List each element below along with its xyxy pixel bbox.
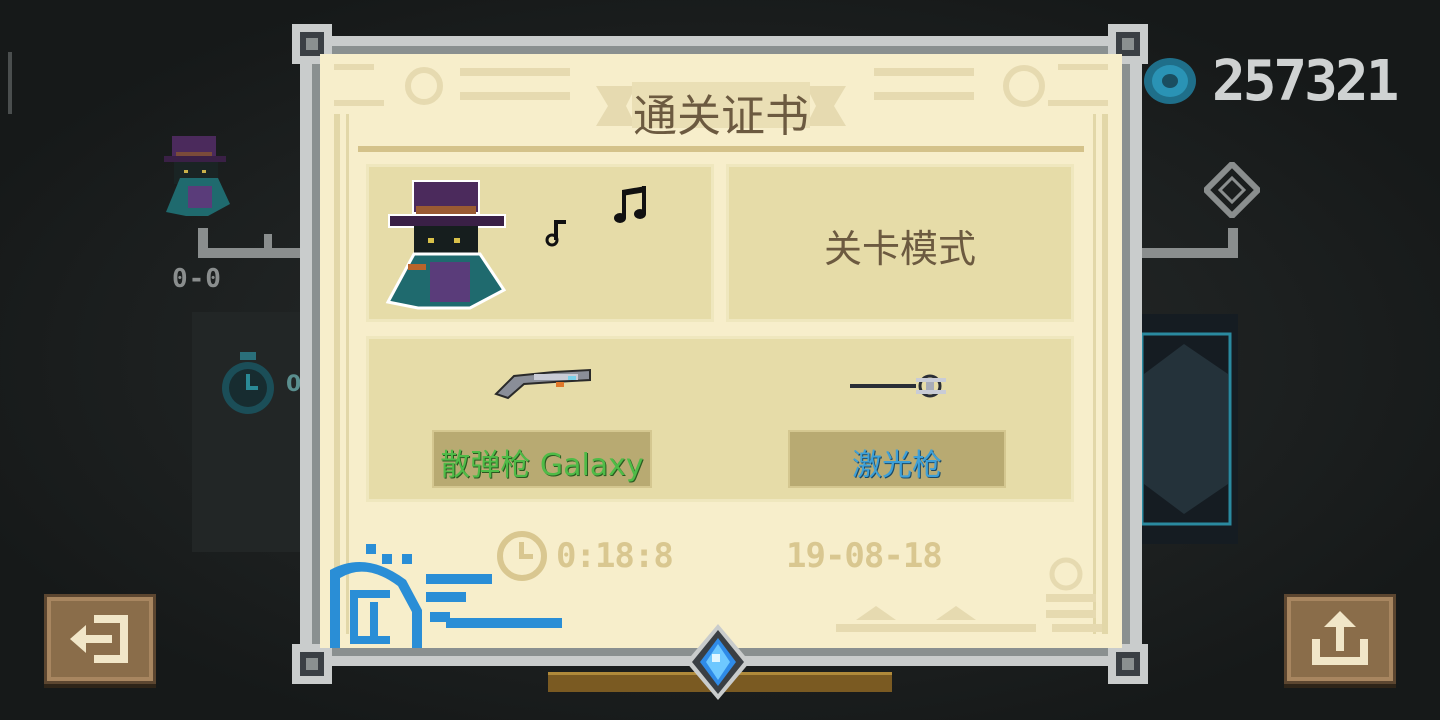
frame-corner-icon xyxy=(1108,644,1148,684)
exit-button[interactable] xyxy=(44,594,156,684)
laser-gun-icon xyxy=(850,374,946,398)
character-panel xyxy=(366,164,714,322)
stopwatch-icon xyxy=(222,352,274,414)
music-notes-icon xyxy=(614,186,646,223)
gem-icon xyxy=(1144,58,1196,104)
currency-amount: 257321 xyxy=(1212,49,1399,114)
frame-corner-icon xyxy=(292,644,332,684)
clear-time: 0:18:8 xyxy=(556,536,674,576)
certificate-paper: 通关证书 关卡模式 散弹枪 Galaxy 激光枪 0:18:8 19-08-18 xyxy=(320,54,1122,648)
title-divider xyxy=(358,146,1084,152)
background-platform xyxy=(198,228,308,258)
weapon-name-1: 散弹枪 Galaxy xyxy=(440,448,644,483)
right-platform xyxy=(1130,228,1238,258)
shotgun-icon xyxy=(494,368,591,400)
portal-door xyxy=(1134,314,1238,544)
blue-gem-seal-icon xyxy=(686,624,750,700)
mode-panel: 关卡模式 xyxy=(726,164,1074,322)
character-portrait xyxy=(385,180,507,310)
weapon-name-badge: 激光枪 xyxy=(788,430,1006,488)
music-note-icon xyxy=(545,220,566,247)
weapon-name-2: 激光枪 xyxy=(852,448,942,483)
left-edge-bar xyxy=(8,52,12,114)
mode-label: 关卡模式 xyxy=(823,227,976,271)
background-character xyxy=(164,136,230,216)
weapon-name-badge: 散弹枪 Galaxy xyxy=(432,430,652,488)
share-icon xyxy=(1312,611,1368,665)
score-text: 0-0 xyxy=(172,264,222,294)
certificate-title: 通关证书 xyxy=(633,91,809,142)
share-button[interactable] xyxy=(1284,594,1396,684)
exit-icon xyxy=(70,615,128,663)
blue-stamp xyxy=(330,544,562,648)
portal-frame xyxy=(1140,332,1232,526)
ornament-bottom xyxy=(836,557,1102,632)
diamond-icon[interactable] xyxy=(1204,162,1260,218)
